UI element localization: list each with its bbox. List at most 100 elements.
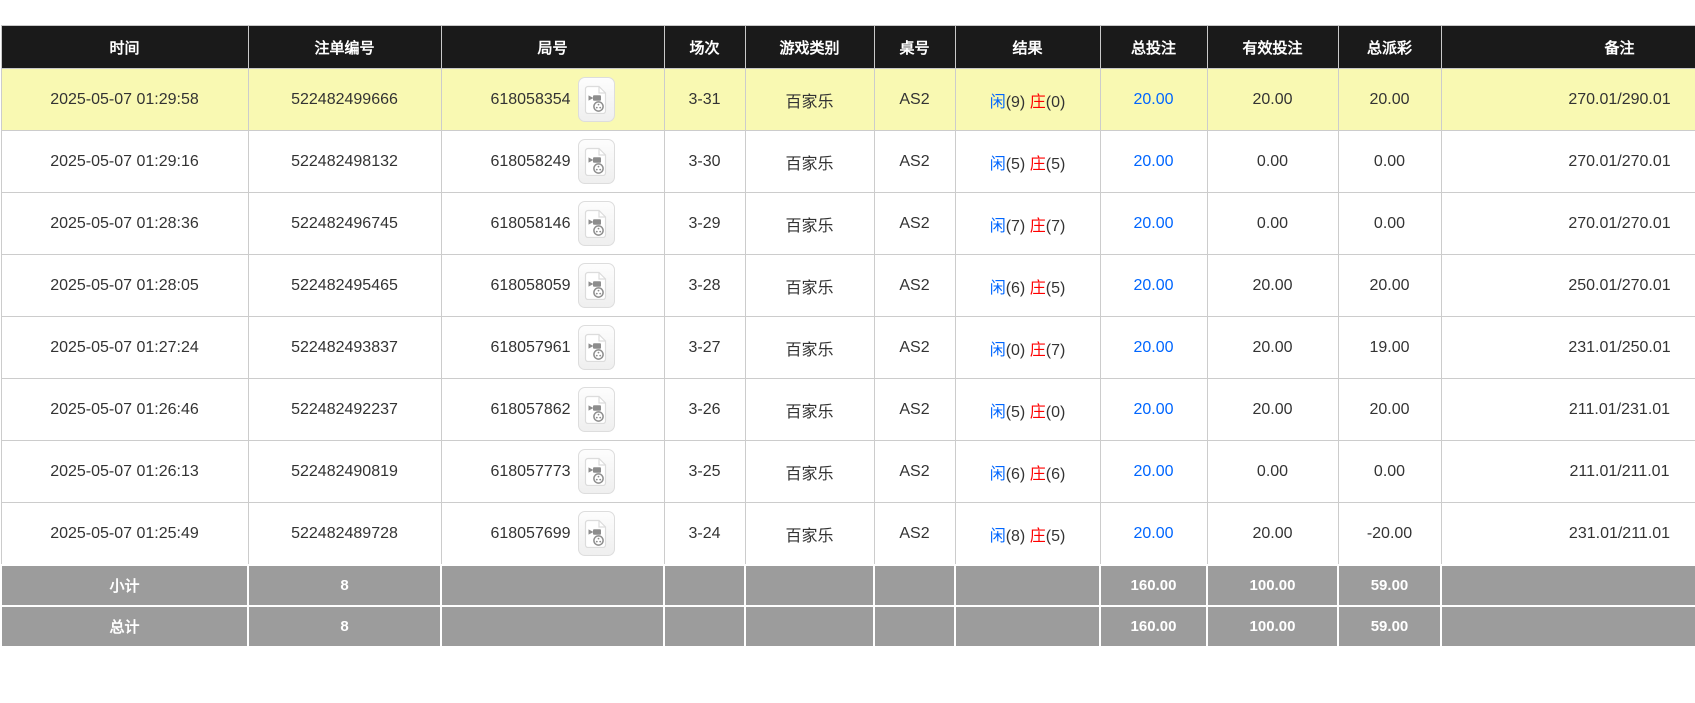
video-replay-button[interactable] bbox=[578, 77, 615, 122]
cell-time: 2025-05-07 01:26:13 bbox=[1, 441, 248, 503]
cell-valid-bet: 20.00 bbox=[1207, 317, 1338, 379]
cell-valid-bet: 0.00 bbox=[1207, 441, 1338, 503]
cell-remark: 270.01/270.01 bbox=[1441, 131, 1695, 193]
cell-total-payout: 0.00 bbox=[1338, 193, 1441, 255]
total-bet-link[interactable]: 20.00 bbox=[1133, 215, 1173, 232]
video-replay-button[interactable] bbox=[578, 139, 615, 184]
cell-remark: 231.01/211.01 bbox=[1441, 503, 1695, 566]
banker-result-label: 庄 bbox=[1030, 466, 1046, 483]
column-header-result: 结果 bbox=[955, 26, 1100, 69]
player-result-score: (6) bbox=[1006, 466, 1026, 483]
cell-time: 2025-05-07 01:26:46 bbox=[1, 379, 248, 441]
cell-round-id: 618058146 bbox=[441, 193, 664, 255]
player-result-score: (9) bbox=[1006, 94, 1026, 111]
player-result-label: 闲 bbox=[990, 404, 1006, 421]
cell-total-payout: 19.00 bbox=[1338, 317, 1441, 379]
footer-total-payout: 59.00 bbox=[1338, 565, 1441, 606]
cell-total-payout: 20.00 bbox=[1338, 379, 1441, 441]
cell-valid-bet: 0.00 bbox=[1207, 131, 1338, 193]
player-result-score: (5) bbox=[1006, 156, 1026, 173]
cell-result: 闲(0) 庄(7) bbox=[955, 317, 1100, 379]
round-id-group: 618057773 bbox=[446, 449, 660, 494]
cell-total-payout: 0.00 bbox=[1338, 441, 1441, 503]
total-bet-link[interactable]: 20.00 bbox=[1133, 463, 1173, 480]
cell-round-id: 618058059 bbox=[441, 255, 664, 317]
cell-time: 2025-05-07 01:29:58 bbox=[1, 69, 248, 131]
column-header-time: 时间 bbox=[1, 26, 248, 69]
column-header-remark: 备注 bbox=[1441, 26, 1695, 69]
footer-empty-cell bbox=[441, 565, 664, 606]
subtotal-row: 小计8 160.00100.0059.00 bbox=[1, 565, 1695, 606]
bet-row: 2025-05-07 01:25:49522482489728618057699… bbox=[1, 503, 1695, 566]
cell-session: 3-30 bbox=[664, 131, 745, 193]
video-replay-button[interactable] bbox=[578, 449, 615, 494]
cell-time: 2025-05-07 01:27:24 bbox=[1, 317, 248, 379]
player-result-label: 闲 bbox=[990, 466, 1006, 483]
footer-bet-count: 8 bbox=[248, 565, 441, 606]
round-id-group: 618058146 bbox=[446, 201, 660, 246]
cell-total-bet: 20.00 bbox=[1100, 131, 1207, 193]
total-bet-link[interactable]: 20.00 bbox=[1133, 525, 1173, 542]
round-number: 618058059 bbox=[490, 277, 570, 295]
video-replay-button[interactable] bbox=[578, 263, 615, 308]
cell-game-type: 百家乐 bbox=[745, 69, 874, 131]
round-number: 618057773 bbox=[490, 463, 570, 481]
round-id-group: 618058059 bbox=[446, 263, 660, 308]
cell-round-id: 618057773 bbox=[441, 441, 664, 503]
video-replay-button[interactable] bbox=[578, 201, 615, 246]
footer-empty-cell bbox=[1441, 606, 1695, 647]
cell-table-no: AS2 bbox=[874, 193, 955, 255]
cell-total-bet: 20.00 bbox=[1100, 193, 1207, 255]
cell-round-id: 618058249 bbox=[441, 131, 664, 193]
banker-result-label: 庄 bbox=[1030, 218, 1046, 235]
cell-remark: 270.01/290.01 bbox=[1441, 69, 1695, 131]
header-row: 时间注单编号局号场次游戏类别桌号结果总投注有效投注总派彩备注 bbox=[1, 26, 1695, 69]
round-id-group: 618058249 bbox=[446, 139, 660, 184]
footer-empty-cell bbox=[874, 565, 955, 606]
footer-empty-cell bbox=[955, 565, 1100, 606]
cell-total-payout: 20.00 bbox=[1338, 69, 1441, 131]
bet-row: 2025-05-07 01:28:05522482495465618058059… bbox=[1, 255, 1695, 317]
footer-bet-count: 8 bbox=[248, 606, 441, 647]
video-replay-button[interactable] bbox=[578, 325, 615, 370]
cell-table-no: AS2 bbox=[874, 441, 955, 503]
cell-time: 2025-05-07 01:25:49 bbox=[1, 503, 248, 566]
cell-round-id: 618057862 bbox=[441, 379, 664, 441]
total-bet-link[interactable]: 20.00 bbox=[1133, 339, 1173, 356]
cell-time: 2025-05-07 01:28:36 bbox=[1, 193, 248, 255]
total-bet-link[interactable]: 20.00 bbox=[1133, 401, 1173, 418]
cell-session: 3-31 bbox=[664, 69, 745, 131]
bet-row: 2025-05-07 01:26:46522482492237 618057862… bbox=[1, 379, 1695, 441]
cell-round-id: 618057699 bbox=[441, 503, 664, 566]
video-file-icon bbox=[584, 147, 608, 176]
subtotal-label: 小计 bbox=[1, 565, 248, 606]
banker-result-label: 庄 bbox=[1030, 280, 1046, 297]
video-file-icon bbox=[584, 519, 608, 548]
cell-table-no: AS2 bbox=[874, 379, 955, 441]
cell-bet-id: 522482492237 bbox=[248, 379, 441, 441]
video-replay-button[interactable] bbox=[578, 511, 615, 556]
cell-game-type: 百家乐 bbox=[745, 503, 874, 566]
column-header-bet_id: 注单编号 bbox=[248, 26, 441, 69]
banker-result-label: 庄 bbox=[1030, 342, 1046, 359]
footer-total-bet: 160.00 bbox=[1100, 565, 1207, 606]
total-bet-link[interactable]: 20.00 bbox=[1133, 91, 1173, 108]
cell-remark: 250.01/270.01 bbox=[1441, 255, 1695, 317]
cell-bet-id: 522482498132 bbox=[248, 131, 441, 193]
banker-result-score: (5) bbox=[1046, 280, 1066, 297]
footer-valid-bet: 100.00 bbox=[1207, 565, 1338, 606]
cell-game-type: 百家乐 bbox=[745, 317, 874, 379]
cell-table-no: AS2 bbox=[874, 255, 955, 317]
round-number: 618057862 bbox=[490, 401, 570, 419]
total-bet-link[interactable]: 20.00 bbox=[1133, 153, 1173, 170]
video-replay-button[interactable] bbox=[578, 387, 615, 432]
video-file-icon bbox=[584, 333, 608, 362]
footer-empty-cell bbox=[664, 606, 745, 647]
banker-result-label: 庄 bbox=[1030, 528, 1046, 545]
player-result-score: (6) bbox=[1006, 280, 1026, 297]
cell-bet-id: 522482499666 bbox=[248, 69, 441, 131]
round-number: 618058146 bbox=[490, 215, 570, 233]
cell-result: 闲(6) 庄(5) bbox=[955, 255, 1100, 317]
total-bet-link[interactable]: 20.00 bbox=[1133, 277, 1173, 294]
column-header-table_no: 桌号 bbox=[874, 26, 955, 69]
